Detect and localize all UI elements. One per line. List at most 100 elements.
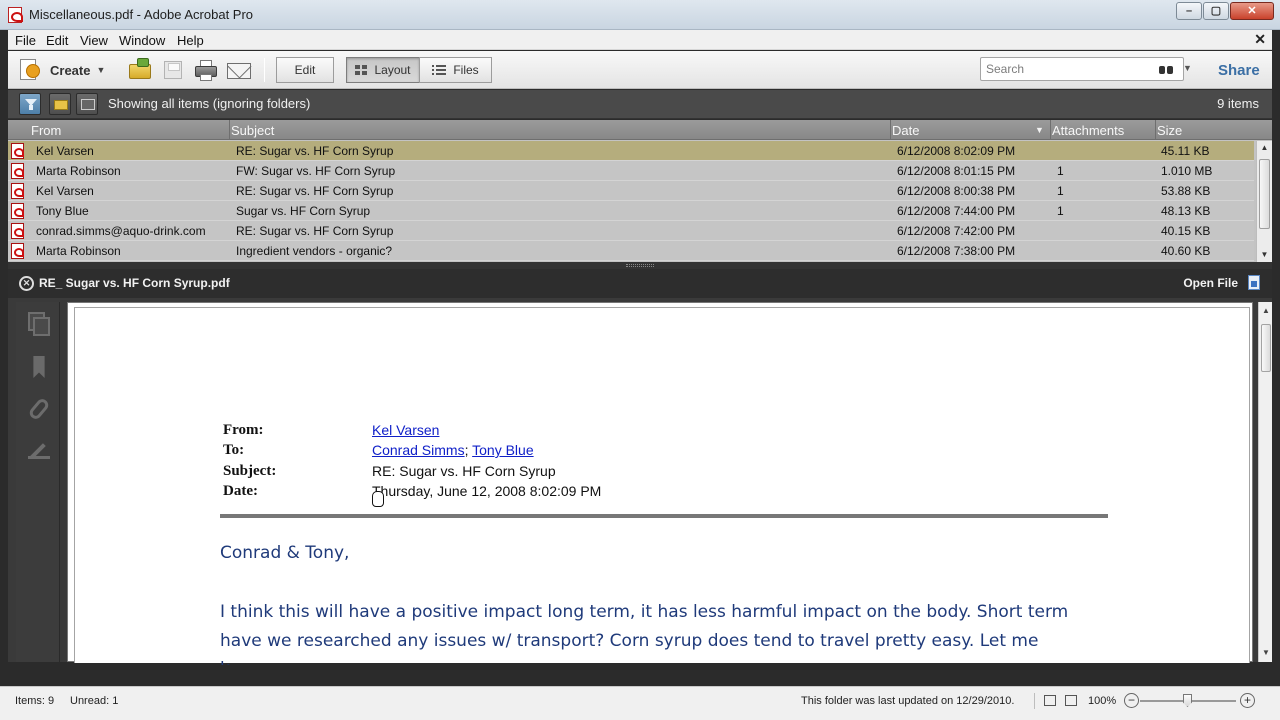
column-divider[interactable] <box>890 120 891 140</box>
signature-icon[interactable] <box>28 442 50 464</box>
share-button[interactable]: Share <box>1218 62 1260 79</box>
splitter-grip-icon[interactable] <box>626 264 654 267</box>
zoom-out-icon[interactable]: − <box>1124 693 1139 708</box>
cell-date: 6/12/2008 8:01:15 PM <box>897 164 1016 178</box>
frame-view-button[interactable] <box>76 93 98 115</box>
email-to-link-tony[interactable]: Tony Blue <box>472 442 533 458</box>
cell-from: Marta Robinson <box>36 244 121 258</box>
pdf-scrollbar[interactable]: ▲ ▼ <box>1258 302 1272 662</box>
bookmark-icon[interactable] <box>33 356 45 378</box>
files-button[interactable]: Files <box>419 57 492 83</box>
create-icon <box>18 58 40 82</box>
single-page-view-icon[interactable] <box>1044 695 1056 706</box>
column-header-size[interactable]: Size <box>1157 123 1182 138</box>
menu-window[interactable]: Window <box>119 33 165 48</box>
pane-splitter[interactable] <box>8 262 1272 269</box>
cell-size: 40.15 KB <box>1161 224 1211 238</box>
email-from-link[interactable]: Kel Varsen <box>372 422 439 438</box>
cell-date: 6/12/2008 7:42:00 PM <box>897 224 1016 238</box>
cell-size: 45.11 KB <box>1161 144 1210 158</box>
cell-size: 48.13 KB <box>1161 204 1211 218</box>
column-divider[interactable] <box>229 120 230 140</box>
column-header-from[interactable]: From <box>31 123 61 138</box>
email-to-separator: ; <box>464 442 469 458</box>
status-bar: Items: 9 Unread: 1 This folder was last … <box>0 686 1280 720</box>
toolbar: Create ▼ Edit Layout Files ▼ Share <box>8 51 1272 89</box>
close-window-button[interactable]: ✕ <box>1230 2 1274 20</box>
pdf-viewer[interactable]: From: To: Subject: Date: Kel Varsen Conr… <box>67 302 1253 665</box>
maximize-button[interactable]: ▢ <box>1203 2 1229 20</box>
title-bar: Miscellaneous.pdf - Adobe Acrobat Pro – … <box>0 0 1280 30</box>
pdf-page: From: To: Subject: Date: Kel Varsen Conr… <box>74 307 1250 665</box>
scroll-up-icon[interactable]: ▲ <box>1259 306 1273 318</box>
menu-view[interactable]: View <box>80 33 108 48</box>
scroll-down-icon[interactable]: ▼ <box>1259 648 1273 660</box>
cell-attachments: 1 <box>1057 164 1064 178</box>
minimize-button[interactable]: – <box>1176 2 1202 20</box>
window-controls: – ▢ ✕ <box>1175 2 1274 20</box>
cell-date: 6/12/2008 7:38:00 PM <box>897 244 1016 258</box>
print-icon[interactable] <box>193 58 219 82</box>
folder-icon <box>54 100 68 110</box>
window-frame-icon <box>81 99 95 110</box>
pdf-file-icon <box>11 223 24 239</box>
header-divider <box>220 514 1108 518</box>
zoom-in-icon[interactable]: + <box>1240 693 1255 708</box>
create-button[interactable]: Create ▼ <box>18 56 105 84</box>
menu-help[interactable]: Help <box>177 33 204 48</box>
scroll-thumb[interactable] <box>1261 324 1271 372</box>
email-date-label: Date: <box>223 483 258 499</box>
scroll-down-icon[interactable]: ▼ <box>1257 248 1272 262</box>
list-scrollbar[interactable]: ▲ ▼ <box>1256 141 1272 262</box>
column-divider[interactable] <box>1155 120 1156 140</box>
table-row[interactable]: Tony Blue Sugar vs. HF Corn Syrup 6/12/200… <box>8 201 1254 221</box>
pages-icon[interactable] <box>28 312 50 336</box>
scroll-thumb[interactable] <box>1259 159 1270 229</box>
zoom-slider-thumb[interactable] <box>1183 694 1192 707</box>
cell-subject: Ingredient vendors - organic? <box>236 244 393 258</box>
close-preview-icon[interactable]: ✕ <box>19 276 34 291</box>
close-document-icon[interactable]: ✕ <box>1254 31 1266 48</box>
menu-edit[interactable]: Edit <box>46 33 68 48</box>
layout-button[interactable]: Layout <box>346 57 420 83</box>
open-folder-icon[interactable] <box>127 58 153 82</box>
open-file-button[interactable]: Open File <box>1183 276 1238 290</box>
email-to-link-conrad[interactable]: Conrad Simms <box>372 442 465 458</box>
table-row[interactable]: conrad.simms@aquo-drink.com RE: Sugar vs.… <box>8 221 1254 241</box>
cell-attachments: 1 <box>1057 184 1064 198</box>
binoculars-icon[interactable] <box>1159 63 1173 75</box>
zoom-level: 100% <box>1088 695 1117 707</box>
save-icon[interactable] <box>160 58 186 82</box>
table-row[interactable]: Marta Robinson FW: Sugar vs. HF Corn Syru… <box>8 161 1254 181</box>
email-icon[interactable] <box>226 58 252 82</box>
table-row[interactable]: Marta Robinson Ingredient vendors - organ… <box>8 241 1254 261</box>
email-body-line: have we researched any issues w/ transpo… <box>220 631 1039 651</box>
cell-size: 40.60 KB <box>1161 244 1211 258</box>
pdf-file-icon <box>11 163 24 179</box>
cell-attachments: 1 <box>1057 204 1064 218</box>
search-input[interactable] <box>986 61 1146 77</box>
search-options-chevron-icon[interactable]: ▼ <box>1183 63 1192 73</box>
folder-view-button[interactable] <box>49 93 71 115</box>
pdf-file-icon <box>11 243 24 259</box>
column-header-subject[interactable]: Subject <box>231 123 274 138</box>
status-divider <box>1034 693 1035 709</box>
layout-label: Layout <box>374 63 411 77</box>
window-title: Miscellaneous.pdf - Adobe Acrobat Pro <box>29 7 254 22</box>
sort-descending-icon: ▼ <box>1035 125 1044 135</box>
table-row[interactable]: Kel Varsen RE: Sugar vs. HF Corn Syrup 6/1… <box>8 181 1254 201</box>
menu-file[interactable]: File <box>15 33 36 48</box>
scroll-up-icon[interactable]: ▲ <box>1257 141 1272 155</box>
preview-header: ✕ RE_ Sugar vs. HF Corn Syrup.pdf Open F… <box>8 269 1272 298</box>
table-row[interactable]: Kel Varsen RE: Sugar vs. HF Corn Syrup 6/1… <box>8 141 1254 161</box>
two-page-view-icon[interactable] <box>1065 695 1077 706</box>
list-icon <box>432 65 447 75</box>
cell-from: Kel Varsen <box>36 184 94 198</box>
edit-button[interactable]: Edit <box>276 57 334 83</box>
column-divider[interactable] <box>1050 120 1051 140</box>
filter-button[interactable] <box>19 93 41 115</box>
open-file-icon[interactable] <box>1248 275 1260 290</box>
column-header-date[interactable]: Date <box>892 123 919 138</box>
paperclip-icon[interactable] <box>27 396 51 422</box>
column-header-attachments[interactable]: Attachments <box>1052 123 1124 138</box>
